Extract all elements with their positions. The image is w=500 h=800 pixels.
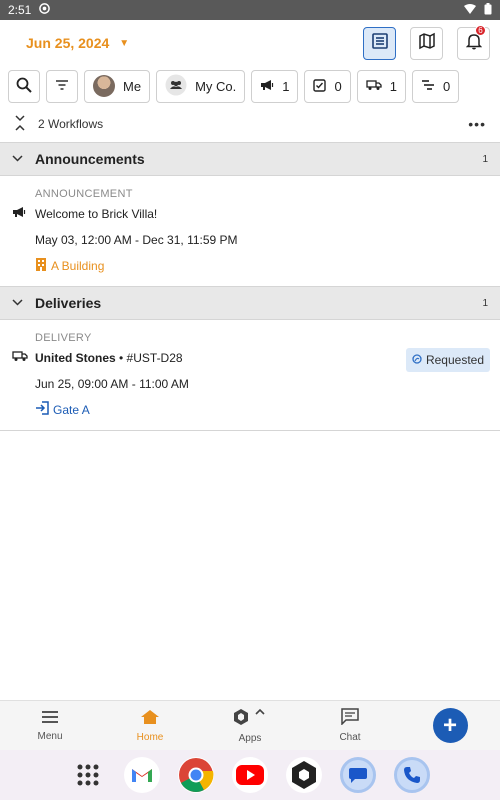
divider <box>0 430 500 431</box>
requested-icon <box>412 353 422 367</box>
section-count: 1 <box>482 297 488 309</box>
status-badge: Requested <box>405 348 490 372</box>
building-icon <box>35 257 47 274</box>
top-bar: Jun 25, 2024 ▼ 6 <box>0 20 500 66</box>
gantt-icon <box>421 79 435 94</box>
battery-icon <box>484 2 492 18</box>
nav-home[interactable]: Home <box>100 709 200 743</box>
status-label: Requested <box>425 353 484 367</box>
system-dock <box>0 750 500 800</box>
nav-apps-label: Apps <box>238 732 262 744</box>
status-bar: 2:51 <box>0 0 500 20</box>
delivery-code: • #UST-D28 <box>119 350 183 365</box>
date-selector[interactable]: Jun 25, 2024 ▼ <box>26 35 129 51</box>
tasks-count: 0 <box>334 78 342 94</box>
deliveries-section-header[interactable]: Deliveries 1 <box>0 286 500 320</box>
chrome-icon[interactable] <box>178 757 214 793</box>
nav-menu-label: Menu <box>37 730 63 742</box>
location-label: A Building <box>51 258 105 273</box>
gantt-count: 0 <box>442 78 451 94</box>
announcements-section-header[interactable]: Announcements 1 <box>0 142 500 176</box>
truck-icon <box>366 79 382 94</box>
company-label: My Co. <box>195 78 237 94</box>
collapse-all-icon[interactable] <box>14 114 26 135</box>
caret-down-icon: ▼ <box>119 37 130 49</box>
section-count: 1 <box>482 153 488 165</box>
app-drawer-icon[interactable] <box>70 757 106 793</box>
workflows-row: 2 Workflows ••• <box>0 106 500 142</box>
notifications-button[interactable]: 6 <box>457 24 490 60</box>
announcements-filter-chip[interactable]: 1 <box>251 69 299 103</box>
brick-app-icon[interactable] <box>286 757 322 793</box>
map-view-button[interactable] <box>410 26 443 60</box>
nav-apps[interactable]: Apps <box>200 708 300 744</box>
home-icon <box>140 709 160 728</box>
gate-entry-icon <box>35 401 49 418</box>
delivery-company: United Stones <box>35 350 116 365</box>
delivery-item[interactable]: DELIVERY United Stones • #UST-D28 Jun 25… <box>0 320 500 430</box>
location-label: Gate A <box>53 402 90 417</box>
gmail-icon[interactable] <box>124 757 160 793</box>
nav-chat[interactable]: Chat <box>300 708 400 743</box>
list-icon <box>371 32 389 55</box>
company-filter-chip[interactable]: My Co. <box>156 69 246 103</box>
apps-icon <box>232 708 268 729</box>
notification-badge: 6 <box>475 24 486 36</box>
megaphone-icon <box>260 79 274 94</box>
item-location[interactable]: A Building <box>35 257 488 274</box>
item-type-label: ANNOUNCEMENT <box>35 188 133 200</box>
deliveries-filter-chip[interactable]: 1 <box>356 69 406 103</box>
gantt-filter-chip[interactable]: 0 <box>411 69 460 103</box>
item-type-label: DELIVERY <box>35 332 92 344</box>
section-title: Announcements <box>35 151 145 167</box>
workflows-count-label: 2 Workflows <box>38 117 104 131</box>
nav-menu[interactable]: Menu <box>0 710 100 742</box>
group-icon <box>165 74 187 99</box>
truck-icon <box>12 350 35 365</box>
map-icon <box>418 32 436 55</box>
menu-icon <box>41 710 59 727</box>
section-title: Deliveries <box>35 295 102 311</box>
checklist-icon <box>313 78 327 95</box>
date-label: Jun 25, 2024 <box>26 35 110 51</box>
announcements-count: 1 <box>282 78 290 94</box>
filter-bar: Me My Co. 1 0 1 0 <box>0 66 500 106</box>
nav-add: + <box>400 708 500 743</box>
chat-icon <box>341 708 359 728</box>
avatar <box>93 75 115 97</box>
announcement-item[interactable]: ANNOUNCEMENT Welcome to Brick Villa! May… <box>0 176 500 286</box>
youtube-icon[interactable] <box>232 757 268 793</box>
filter-button[interactable] <box>46 69 78 103</box>
add-button[interactable]: + <box>432 708 468 743</box>
messages-icon[interactable] <box>340 757 376 793</box>
nav-home-label: Home <box>136 731 164 743</box>
item-location[interactable]: Gate A <box>35 401 488 418</box>
search-icon <box>16 77 32 96</box>
me-label: Me <box>123 78 142 94</box>
bottom-nav: Menu Home Apps Chat + <box>0 700 500 750</box>
chevron-down-icon <box>12 297 30 309</box>
chevron-down-icon <box>12 153 30 165</box>
nav-chat-label: Chat <box>339 732 361 743</box>
list-view-button[interactable] <box>363 26 396 60</box>
app-status-icon <box>39 3 51 17</box>
more-options-icon[interactable]: ••• <box>468 116 486 132</box>
wifi-icon <box>464 3 476 17</box>
search-button[interactable] <box>8 69 40 103</box>
tasks-filter-chip[interactable]: 0 <box>304 69 351 103</box>
me-filter-chip[interactable]: Me <box>84 69 151 103</box>
phone-icon[interactable] <box>394 757 430 793</box>
item-title: Welcome to Brick Villa! <box>35 206 158 221</box>
item-time: Jun 25, 09:00 AM - 11:00 AM <box>35 377 189 391</box>
megaphone-icon <box>12 206 35 221</box>
status-time: 2:51 <box>8 3 32 17</box>
plus-icon: + <box>442 711 457 739</box>
item-time: May 03, 12:00 AM - Dec 31, 11:59 PM <box>35 233 238 247</box>
deliveries-count: 1 <box>389 78 397 94</box>
filter-icon <box>55 79 69 94</box>
